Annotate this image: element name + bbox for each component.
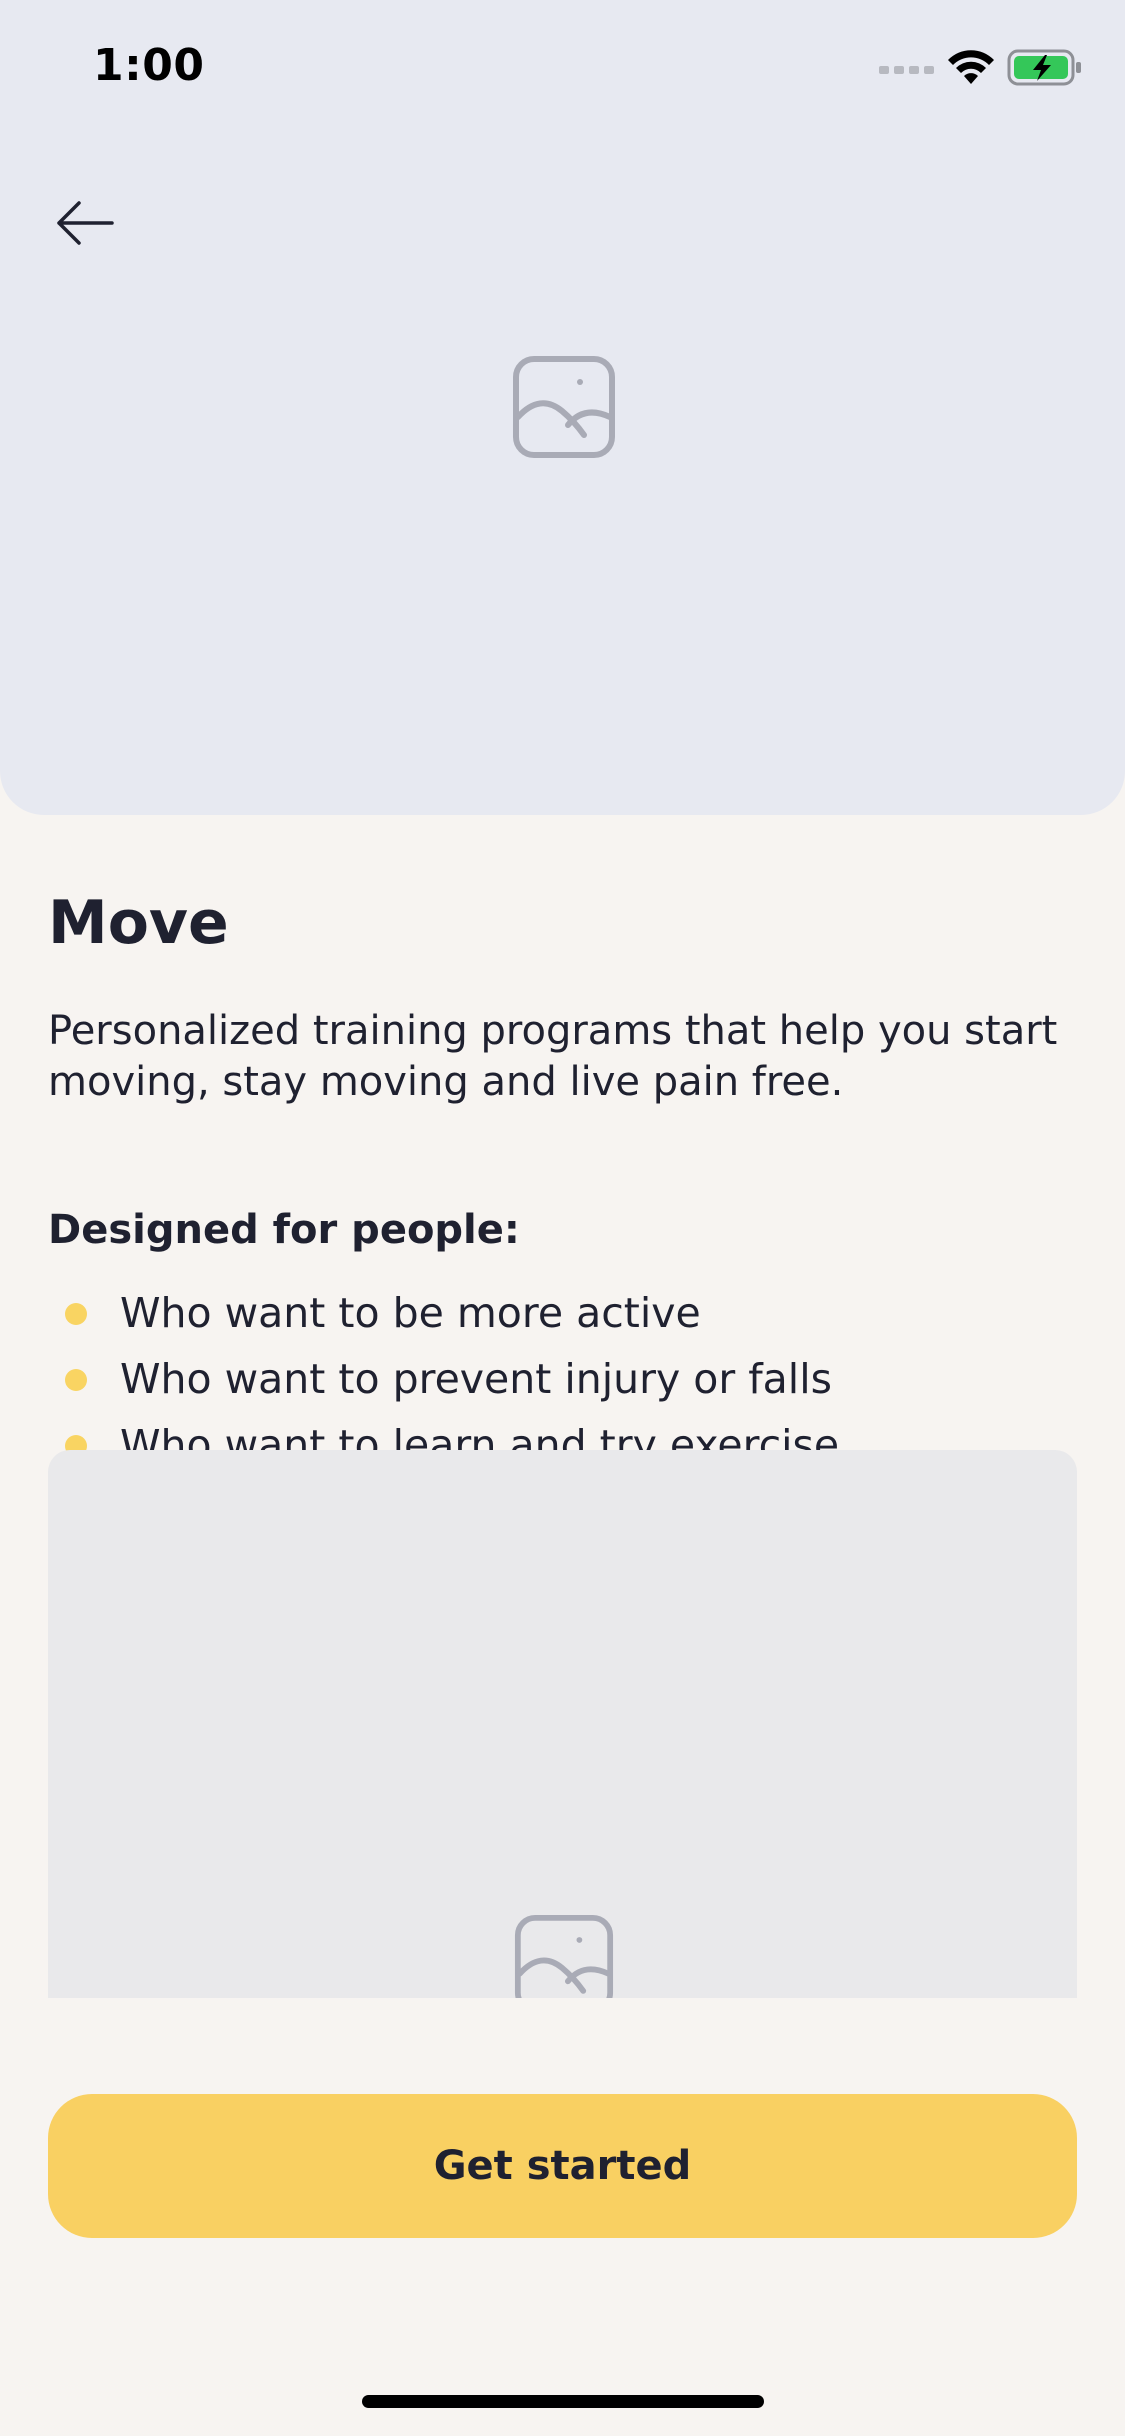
status-time: 1:00 — [93, 40, 205, 91]
signal-icon — [879, 61, 935, 80]
list-item-label: Who want to prevent injury or falls — [120, 1355, 832, 1403]
image-placeholder-icon — [514, 1914, 614, 1998]
page-title: Move — [48, 888, 229, 958]
program-description: Personalized training programs that help… — [48, 1008, 1058, 1105]
hero-banner: 1:00 — [0, 0, 1125, 815]
list-item-label: Who want to learn and try exercise — [120, 1421, 840, 1453]
wifi-icon — [947, 50, 995, 90]
home-indicator — [362, 2395, 764, 2408]
media-placeholder — [48, 1450, 1077, 1998]
designed-for-list: Who want to be more active Who want to p… — [48, 1283, 1088, 1453]
battery-charging-icon — [1007, 48, 1083, 92]
back-button[interactable] — [50, 195, 120, 255]
list-item-label: Who want to be more active — [120, 1289, 701, 1337]
list-item: Who want to be more active — [48, 1283, 1088, 1349]
list-item: Who want to learn and try exercise — [48, 1415, 1088, 1453]
list-item: Who want to prevent injury or falls — [48, 1349, 1088, 1415]
status-icons — [879, 48, 1083, 92]
image-placeholder-icon — [512, 355, 616, 463]
designed-for-label: Designed for people: — [48, 1207, 520, 1253]
get-started-button[interactable]: Get started — [48, 2094, 1077, 2238]
arrow-left-icon — [55, 199, 115, 251]
bullet-dot — [65, 1369, 87, 1391]
bullet-dot — [65, 1303, 87, 1325]
